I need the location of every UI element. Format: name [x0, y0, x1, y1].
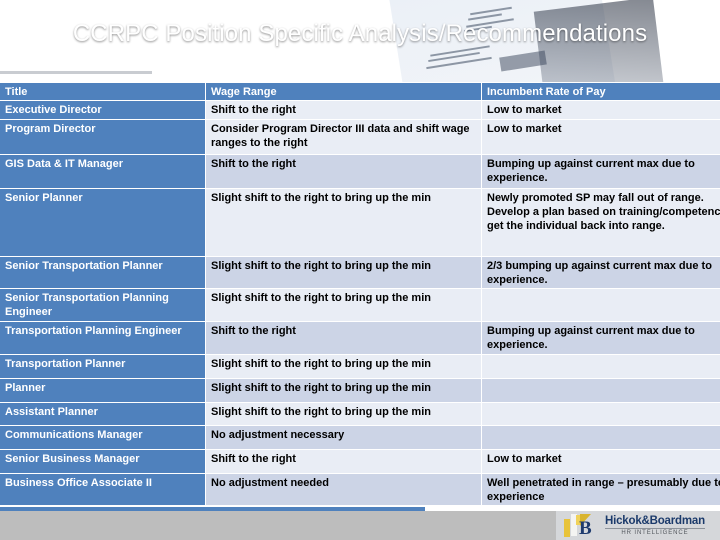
cell-wage-range: Shift to the right [205, 100, 482, 120]
cell-title: GIS Data & IT Manager [0, 154, 206, 189]
title-underline-rule [0, 71, 152, 74]
cell-wage-range: Shift to the right [205, 154, 482, 189]
cell-incumbent-rate [481, 288, 720, 322]
cell-title: Senior Transportation Planner [0, 256, 206, 290]
cell-title: Senior Transportation Planning Engineer [0, 288, 206, 322]
cell-incumbent-rate: Low to market [481, 100, 720, 120]
logo-divider [605, 527, 705, 529]
cell-wage-range: Slight shift to the right to bring up th… [205, 402, 482, 426]
cell-incumbent-rate: Bumping up against current max due to ex… [481, 154, 720, 189]
table-row: GIS Data & IT Manager Shift to the right… [0, 154, 720, 189]
cell-title: Senior Planner [0, 188, 206, 257]
cell-incumbent-rate: Bumping up against current max due to ex… [481, 321, 720, 355]
cell-wage-range: No adjustment needed [205, 473, 482, 507]
cell-title: Transportation Planner [0, 354, 206, 379]
page-title: CCRPC Position Specific Analysis/Recomme… [72, 20, 648, 47]
cell-wage-range: Slight shift to the right to bring up th… [205, 378, 482, 403]
cell-wage-range: Shift to the right [205, 449, 482, 474]
cell-wage-range: Slight shift to the right to bring up th… [205, 288, 482, 322]
logo-company-name: Hickok&Boardman [605, 514, 705, 527]
cell-incumbent-rate: Newly promoted SP may fall out of range.… [481, 188, 720, 257]
hb-monogram-icon: B [562, 513, 600, 539]
table-row: Program Director Consider Program Direct… [0, 119, 720, 155]
table-row: Senior Business Manager Shift to the rig… [0, 449, 720, 474]
table-row: Business Office Associate II No adjustme… [0, 473, 720, 507]
column-header-title: Title [0, 83, 206, 102]
table-body: Executive Director Shift to the right Lo… [0, 100, 720, 507]
table-row: Transportation Planning Engineer Shift t… [0, 321, 720, 355]
cell-incumbent-rate: Low to market [481, 119, 720, 155]
column-header-wage-range: Wage Range [205, 83, 482, 102]
table-row: Planner Slight shift to the right to bri… [0, 378, 720, 403]
company-logo: B Hickok&Boardman HR INTELLIGENCE [556, 511, 720, 540]
logo-subtitle: HR INTELLIGENCE [621, 529, 689, 536]
column-header-incumbent-rate: Incumbent Rate of Pay [481, 83, 720, 102]
table-row: Executive Director Shift to the right Lo… [0, 100, 720, 120]
table-row: Transportation Planner Slight shift to t… [0, 354, 720, 379]
cell-incumbent-rate [481, 378, 720, 403]
cell-wage-range: Shift to the right [205, 321, 482, 355]
cell-incumbent-rate: 2/3 bumping up against current max due t… [481, 256, 720, 290]
cell-title: Program Director [0, 119, 206, 155]
table-row: Senior Planner Slight shift to the right… [0, 188, 720, 257]
cell-wage-range: Slight shift to the right to bring up th… [205, 188, 482, 257]
cell-title: Business Office Associate II [0, 473, 206, 507]
cell-incumbent-rate [481, 425, 720, 450]
logo-text-block: Hickok&Boardman HR INTELLIGENCE [605, 515, 705, 536]
cell-incumbent-rate: Low to market [481, 449, 720, 474]
position-analysis-table: Title Wage Range Incumbent Rate of Pay E… [0, 83, 720, 507]
cell-wage-range: No adjustment necessary [205, 425, 482, 450]
table-row: Assistant Planner Slight shift to the ri… [0, 402, 720, 426]
cell-wage-range: Consider Program Director III data and s… [205, 119, 482, 155]
cell-incumbent-rate [481, 354, 720, 379]
slide-canvas: CCRPC Position Specific Analysis/Recomme… [0, 0, 720, 540]
table-row: Communications Manager No adjustment nec… [0, 425, 720, 450]
cell-title: Communications Manager [0, 425, 206, 450]
table-row: Senior Transportation Planning Engineer … [0, 288, 720, 322]
table-header-row: Title Wage Range Incumbent Rate of Pay [0, 83, 720, 102]
cell-title: Executive Director [0, 100, 206, 120]
title-banner: CCRPC Position Specific Analysis/Recomme… [0, 0, 720, 82]
cell-wage-range: Slight shift to the right to bring up th… [205, 256, 482, 290]
table-row: Senior Transportation Planner Slight shi… [0, 256, 720, 290]
cell-title: Assistant Planner [0, 402, 206, 426]
cell-title: Senior Business Manager [0, 449, 206, 474]
cell-incumbent-rate: Well penetrated in range – presumably du… [481, 473, 720, 507]
cell-title: Transportation Planning Engineer [0, 321, 206, 355]
cell-wage-range: Slight shift to the right to bring up th… [205, 354, 482, 379]
cell-incumbent-rate [481, 402, 720, 426]
cell-title: Planner [0, 378, 206, 403]
